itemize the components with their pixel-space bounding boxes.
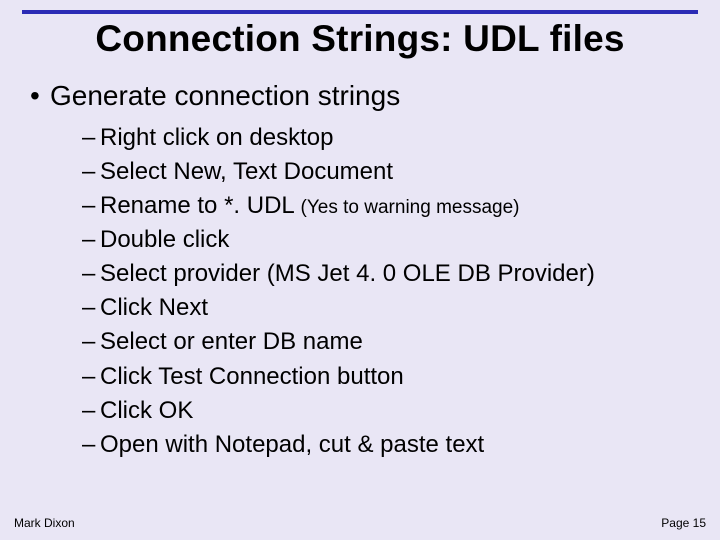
step-text: Right click on desktop (100, 124, 333, 151)
step-text: Open with Notepad, cut & paste text (100, 431, 484, 458)
step-text: Select provider (MS Jet 4. 0 OLE DB Prov… (100, 260, 595, 287)
step-item: Open with Notepad, cut & paste text (82, 428, 690, 462)
step-text: Rename to *. UDL (100, 192, 301, 219)
slide-title: Connection Strings: UDL files (0, 18, 720, 60)
step-text: Click Test Connection button (100, 363, 404, 390)
step-item: Click Next (82, 291, 690, 325)
sublist: Right click on desktop Select New, Text … (82, 121, 690, 462)
title-rule (22, 10, 698, 14)
step-text: Select or enter DB name (100, 328, 363, 355)
footer-page: Page 15 (661, 516, 706, 530)
step-text: Select New, Text Document (100, 158, 393, 185)
step-item: Right click on desktop (82, 121, 690, 155)
step-item: Click OK (82, 394, 690, 428)
step-item: Select New, Text Document (82, 155, 690, 189)
step-text: Click OK (100, 397, 193, 424)
step-item: Select or enter DB name (82, 325, 690, 359)
step-text: Double click (100, 226, 229, 253)
footer-author: Mark Dixon (14, 516, 75, 530)
step-note: (Yes to warning message) (301, 197, 520, 218)
step-text: Click Next (100, 294, 208, 321)
bullet-main: Generate connection strings (30, 78, 690, 113)
step-item: Rename to *. UDL (Yes to warning message… (82, 189, 690, 223)
slide: Connection Strings: UDL files Generate c… (0, 0, 720, 540)
step-item: Select provider (MS Jet 4. 0 OLE DB Prov… (82, 257, 690, 291)
slide-body: Generate connection strings Right click … (30, 78, 690, 462)
step-item: Double click (82, 223, 690, 257)
step-item: Click Test Connection button (82, 360, 690, 394)
